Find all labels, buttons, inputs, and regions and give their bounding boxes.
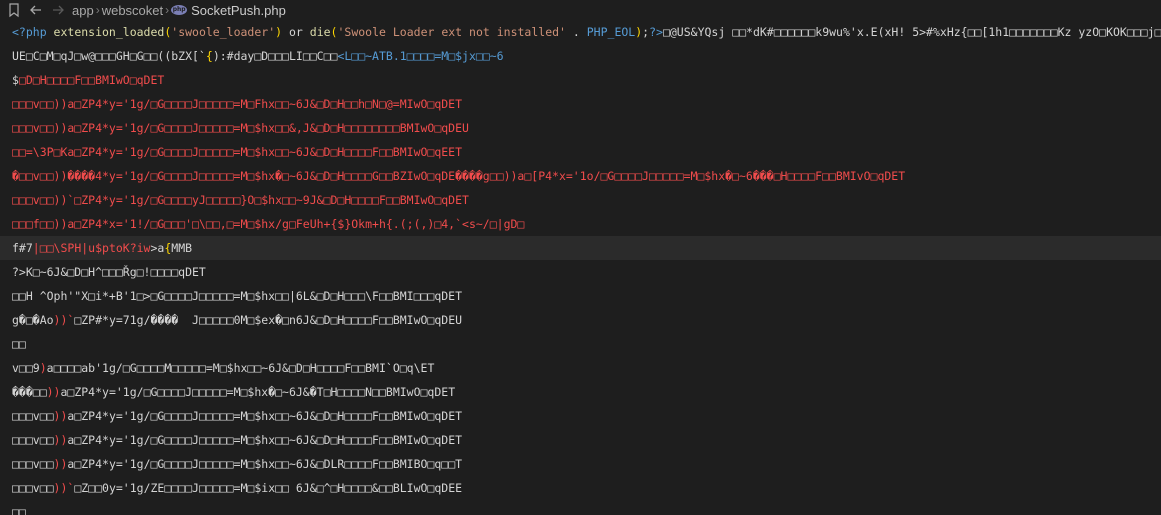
code-line[interactable]: g�□�Ao))`□ZP#*y=71g/���� J□□□□□0M□$ex�□n…	[0, 308, 1161, 332]
code-line[interactable]: □□=\3P□Ka□ZP4*y='1g/□G□□□□J□□□□□=M□$hx□□…	[0, 140, 1161, 164]
code-token: □□	[12, 337, 26, 351]
code-token: die	[309, 25, 331, 39]
breadcrumb: app › webscoket › php SocketPush.php	[72, 3, 286, 18]
code-token: .	[565, 25, 587, 39]
code-token: □□□v□□	[12, 481, 54, 495]
code-token: extension_loaded	[53, 25, 165, 39]
code-token: {	[205, 49, 213, 63]
code-token: a□ZP4*y='1g/□G□□□□J□□□□□=M□$hx�□~6J&�T□H…	[60, 385, 456, 399]
code-token: a□□□□ab'1g/□G□□□□M□□□□□=M□$hx□□~6J&□D□H□…	[46, 361, 435, 375]
breadcrumb-item-file[interactable]: SocketPush.php	[191, 3, 286, 18]
code-token: □□□v□□))`□ZP4*y='1g/□G□□□□yJ□□□□□}O□$hx□…	[12, 193, 469, 207]
code-token: ?>	[649, 25, 663, 39]
code-line[interactable]: <?php extension_loaded('swoole_loader') …	[0, 20, 1161, 44]
code-token: f#7	[12, 241, 33, 255]
code-token: 'swoole_loader'	[171, 25, 276, 39]
code-token: ?>K□~6J&□D□H^□□□Řg□!□□□□qDET	[12, 265, 206, 279]
code-line[interactable]: □□	[0, 500, 1161, 515]
code-token: >a	[150, 241, 165, 255]
code-token: MMB	[171, 241, 193, 255]
back-arrow-icon[interactable]	[28, 2, 44, 18]
code-line[interactable]: ?>K□~6J&□D□H^□□□Řg□!□□□□qDET	[0, 260, 1161, 284]
code-token: ���□□	[12, 385, 47, 399]
code-line[interactable]: ���□□))a□ZP4*y='1g/□G□□□□J□□□□□=M□$hx�□~…	[0, 380, 1161, 404]
breadcrumb-separator: ›	[95, 3, 100, 17]
code-token: □Z□□0y='1g/ZE□□□□J□□□□□=M□$ix□□ 6J&□^□H□…	[74, 481, 463, 495]
code-token: ))	[53, 409, 68, 423]
code-token: □□H ^Oph'"X□i*+B'1□>□G□□□□J□□□□□=M□$hx□□…	[12, 289, 463, 303]
code-line[interactable]: □□	[0, 332, 1161, 356]
code-token: □@US&YQsj □□*dK#□□□□□□k9wu%'x.E(xH! 5>#%…	[662, 25, 1161, 39]
title-bar: app › webscoket › php SocketPush.php	[0, 0, 1161, 20]
code-token: <L□□~ATB.1□□□□=M□$jx□□~6	[337, 49, 504, 63]
code-token: 'Swoole Loader ext not installed'	[337, 25, 566, 39]
breadcrumb-item-webscoket[interactable]: webscoket	[102, 3, 163, 18]
code-token: PHP_EOL	[586, 25, 636, 39]
code-line[interactable]: �□□v□□))����4*y='1g/□G□□□□J□□□□□=M□$hx�□…	[0, 164, 1161, 188]
code-token: <?php	[12, 25, 54, 39]
code-token: □□	[12, 505, 26, 515]
code-token: □□□f□□))a□ZP4*x='1!/□G□□□'□\□□,□=M□$hx/g…	[12, 217, 525, 231]
forward-arrow-icon[interactable]	[50, 2, 66, 18]
code-token: ))	[53, 457, 68, 471]
code-line-current[interactable]: f#7|□□\SPH|u$ptoK?iw>a{MMB	[0, 236, 1161, 260]
breadcrumb-item-app[interactable]: app	[72, 3, 94, 18]
code-line[interactable]: □□□v□□))`□Z□□0y='1g/ZE□□□□J□□□□□=M□$ix□□…	[0, 476, 1161, 500]
code-token: or	[282, 25, 310, 39]
code-line[interactable]: □□□v□□))a□ZP4*y='1g/□G□□□□J□□□□□=M□$hx□□…	[0, 404, 1161, 428]
code-token: □□□v□□	[12, 433, 54, 447]
code-line[interactable]: □□□v□□))a□ZP4*y='1g/□G□□□□J□□□□□=M□Fhx□□…	[0, 92, 1161, 116]
code-token: $	[12, 73, 19, 87]
code-line[interactable]: □□□v□□))a□ZP4*y='1g/□G□□□□J□□□□□=M□$hx□□…	[0, 116, 1161, 140]
code-token: |□□\SPH|u$ptoK?iw	[32, 241, 151, 255]
code-token: ):#day□D□□□LI□□C□□	[212, 49, 338, 63]
code-line[interactable]: v□□9)a□□□□ab'1g/□G□□□□M□□□□□=M□$hx□□~6J&…	[0, 356, 1161, 380]
code-token: v□□9	[12, 361, 40, 375]
code-token: ))`	[53, 481, 75, 495]
code-token: □□□v□□	[12, 457, 54, 471]
code-token: □□□v□□))a□ZP4*y='1g/□G□□□□J□□□□□=M□$hx□□…	[12, 121, 469, 135]
bookmark-icon[interactable]	[6, 2, 22, 18]
breadcrumb-separator: ›	[165, 3, 170, 17]
code-token: □□□v□□))a□ZP4*y='1g/□G□□□□J□□□□□=M□Fhx□□…	[12, 97, 463, 111]
code-token: )	[39, 361, 47, 375]
code-token: ))	[46, 385, 61, 399]
code-line[interactable]: □□H ^Oph'"X□i*+B'1□>□G□□□□J□□□□□=M□$hx□□…	[0, 284, 1161, 308]
code-token: □□□v□□	[12, 409, 54, 423]
code-token: g�□�Ao	[12, 313, 54, 327]
code-token: ))`	[53, 313, 75, 327]
code-editor[interactable]: <?php extension_loaded('swoole_loader') …	[0, 20, 1161, 515]
code-line[interactable]: □□□v□□))`□ZP4*y='1g/□G□□□□yJ□□□□□}O□$hx□…	[0, 188, 1161, 212]
code-token: UE□C□M□qJ□w@□□□GH□G□□((bZX[`	[12, 49, 206, 63]
code-token: □D□H□□□□F□□BMIwO□qDET	[18, 73, 165, 87]
code-line[interactable]: □□□f□□))a□ZP4*x='1!/□G□□□'□\□□,□=M□$hx/g…	[0, 212, 1161, 236]
code-line[interactable]: $□D□H□□□□F□□BMIwO□qDET	[0, 68, 1161, 92]
code-line[interactable]: □□□v□□))a□ZP4*y='1g/□G□□□□J□□□□□=M□$hx□□…	[0, 428, 1161, 452]
php-file-icon: php	[171, 5, 188, 15]
code-token: a□ZP4*y='1g/□G□□□□J□□□□□=M□$hx□□~6J&□D□H…	[67, 409, 463, 423]
code-line[interactable]: UE□C□M□qJ□w@□□□GH□G□□((bZX[`{):#day□D□□□…	[0, 44, 1161, 68]
code-token: □□=\3P□Ka□ZP4*y='1g/□G□□□□J□□□□□=M□$hx□□…	[12, 145, 463, 159]
code-token: □ZP#*y=71g/���� J□□□□□0M□$ex�□n6J&□D□H□□…	[74, 313, 463, 327]
code-token: �□□v□□))����4*y='1g/□G□□□□J□□□□□=M□$hx�□…	[12, 169, 906, 183]
code-line[interactable]: □□□v□□))a□ZP4*y='1g/□G□□□□J□□□□□=M□$hx□□…	[0, 452, 1161, 476]
code-token: a□ZP4*y='1g/□G□□□□J□□□□□=M□$hx□□~6J&□D□H…	[67, 433, 463, 447]
code-token: a□ZP4*y='1g/□G□□□□J□□□□□=M□$hx□□~6J&□DLR…	[67, 457, 463, 471]
code-token: ))	[53, 433, 68, 447]
